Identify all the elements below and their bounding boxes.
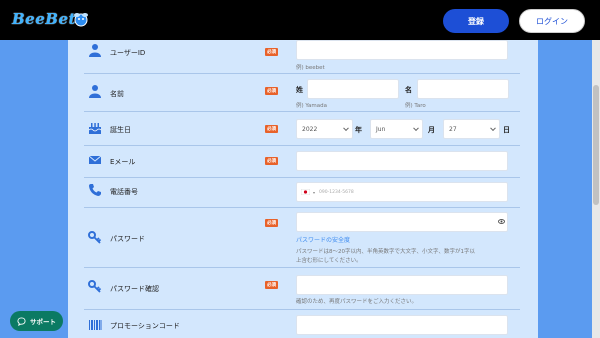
register-button[interactable]: 登録 [443,9,509,33]
top-header: BeeBet 登録 ログイン [0,0,600,40]
password-confirm-label: パスワード確認 [110,285,159,293]
row-user-id: ユーザーID 必須 例) beebet [84,40,520,74]
support-button[interactable]: サポート [10,311,63,331]
required-badge: 必須 [265,48,278,56]
promo-code-input[interactable] [296,315,508,335]
required-badge: 必須 [265,219,278,227]
password-hint-line1: パスワードは8〜20字以内、半角英数字で大文字、小文字、数字が1字以 [296,249,475,255]
birth-day-select[interactable]: 27 [443,119,500,139]
row-email: Eメール 必須 [84,146,520,178]
promo-code-label: プロモーションコード [110,322,180,330]
row-promo-code: プロモーションコード [84,310,520,338]
eye-icon[interactable] [498,218,505,225]
last-name-example: 例) Yamada [296,103,327,109]
chevron-down-icon [490,125,496,132]
chevron-down-icon [343,125,349,132]
phone-icon [89,184,101,196]
email-label: Eメール [110,158,136,166]
person-icon [89,44,101,57]
last-name-label: 姓 [296,86,303,94]
row-password: パスワード 必須 パスワードの安全度 パスワードは8〜20字以内、半角英数字で大… [84,208,520,268]
barcode-icon [89,320,102,330]
chat-icon [17,316,26,326]
chevron-down-icon: ▾ [313,189,316,195]
first-name-input[interactable] [417,79,509,99]
password-confirm-hint: 確認のため、再度パスワードをご入力ください。 [296,299,418,305]
required-badge: 必須 [265,87,278,95]
required-badge: 必須 [265,125,278,133]
password-confirm-input[interactable] [296,275,508,295]
year-unit: 年 [355,126,362,134]
password-strength-link[interactable]: パスワードの安全度 [296,235,350,244]
birth-month-select[interactable]: Jun [370,119,423,139]
scrollbar-thumb[interactable] [593,85,599,205]
user-id-input[interactable] [296,40,508,60]
japan-flag-icon [301,189,310,195]
phone-label: 電話番号 [110,188,138,196]
birthday-label: 誕生日 [110,126,131,134]
row-phone: 電話番号 ▾ 090-1234-5678 [84,178,520,208]
birth-year-select[interactable]: 2022 [296,119,353,139]
key-icon [88,280,102,293]
chevron-down-icon [413,125,419,132]
required-badge: 必須 [265,157,278,165]
birth-year-value: 2022 [302,125,318,133]
birth-month-value: Jun [376,125,386,133]
first-name-label: 名 [405,86,412,94]
password-input[interactable] [296,212,508,232]
password-hint-line2: 上含む形にしてください。 [296,258,362,264]
month-unit: 月 [428,126,435,134]
row-birthday: 誕生日 必須 2022 年 Jun 月 27 日 [84,112,520,146]
key-icon [88,231,102,244]
phone-input[interactable]: ▾ 090-1234-5678 [296,182,508,202]
phone-placeholder: 090-1234-5678 [319,189,354,195]
password-label: パスワード [110,235,145,243]
cake-icon [88,123,102,134]
support-label: サポート [30,318,56,326]
last-name-input[interactable] [307,79,399,99]
email-input[interactable] [296,151,508,171]
day-unit: 日 [503,126,510,134]
name-label: 名前 [110,90,124,98]
user-id-example: 例) beebet [296,65,325,71]
required-badge: 必須 [265,281,278,289]
mail-icon [88,155,102,164]
site-logo[interactable]: BeeBet [12,8,90,32]
row-password-confirm: パスワード確認 必須 確認のため、再度パスワードをご入力ください。 [84,268,520,310]
birth-day-value: 27 [449,125,457,133]
bee-icon [74,13,88,27]
row-name: 名前 必須 姓 例) Yamada 名 例) Taro [84,74,520,112]
user-id-label: ユーザーID [110,49,146,57]
first-name-example: 例) Taro [405,103,426,109]
person-icon [89,85,101,98]
logo-text: BeeBet [12,10,76,28]
login-button[interactable]: ログイン [519,9,585,33]
